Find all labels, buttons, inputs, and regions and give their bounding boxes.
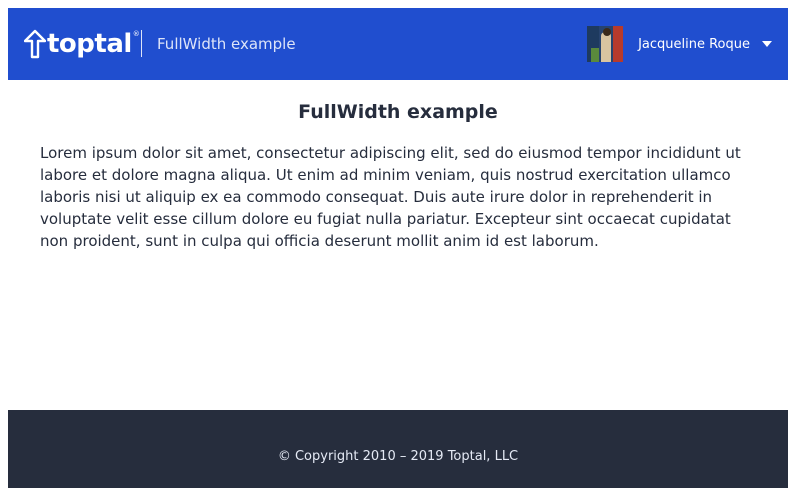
header-divider bbox=[141, 30, 142, 57]
logo-wordmark: toptal bbox=[47, 29, 132, 59]
copyright-text: © Copyright 2010 – 2019 Toptal, LLC bbox=[277, 449, 519, 464]
chevron-down-icon[interactable] bbox=[762, 41, 772, 47]
page-frame: toptal ® FullWidth example Jacqueline Ro… bbox=[8, 8, 788, 488]
registered-mark: ® bbox=[132, 30, 140, 38]
header-title: FullWidth example bbox=[157, 35, 296, 53]
main-content: FullWidth example Lorem ipsum dolor sit … bbox=[8, 80, 788, 410]
top-bar: toptal ® FullWidth example Jacqueline Ro… bbox=[8, 8, 788, 80]
user-name: Jacqueline Roque bbox=[638, 36, 750, 52]
avatar bbox=[587, 26, 624, 62]
body-paragraph: Lorem ipsum dolor sit amet, consectetur … bbox=[40, 144, 741, 250]
toptal-logo[interactable]: toptal ® bbox=[24, 29, 140, 59]
page-title: FullWidth example bbox=[298, 101, 498, 123]
user-menu[interactable]: Jacqueline Roque bbox=[587, 26, 772, 62]
toptal-logo-icon bbox=[24, 29, 46, 59]
footer: © Copyright 2010 – 2019 Toptal, LLC bbox=[8, 410, 788, 488]
